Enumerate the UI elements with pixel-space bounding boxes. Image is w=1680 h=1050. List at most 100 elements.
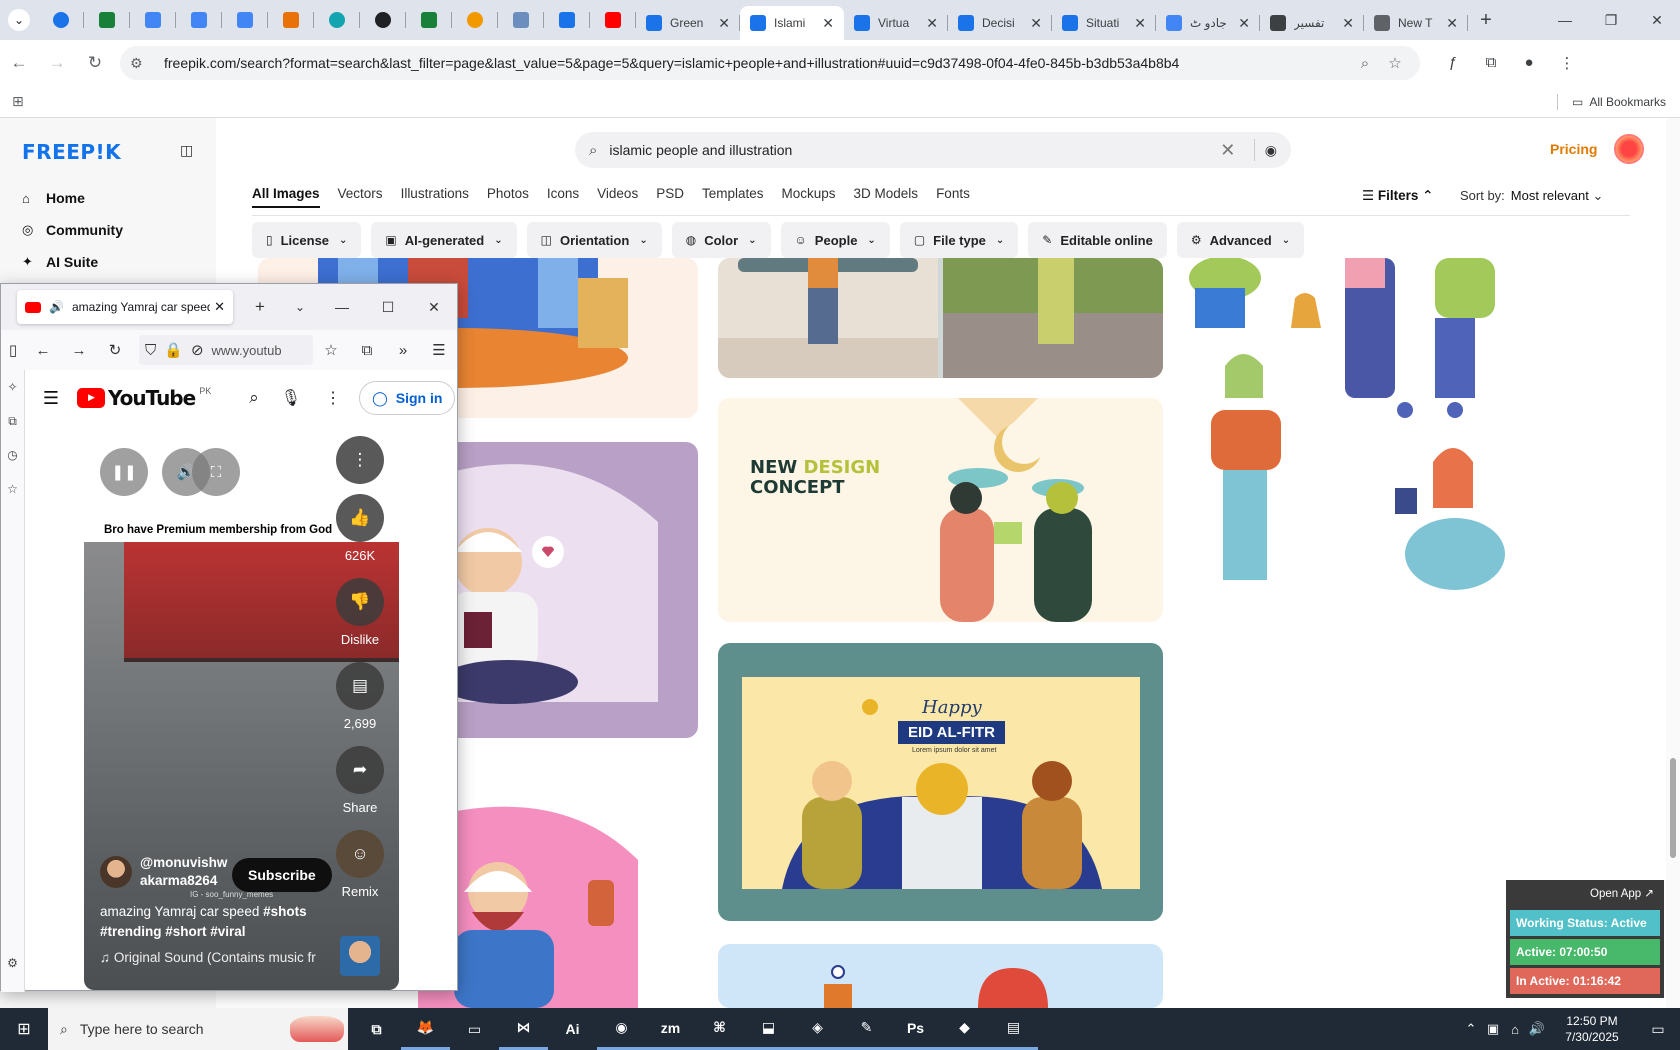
volume-icon[interactable]: 🔊	[1526, 1021, 1548, 1037]
search-icon[interactable]: ⌕	[249, 388, 259, 408]
chrome-menu-icon[interactable]: ⋮	[1548, 54, 1586, 72]
address-bar[interactable]: ⚙ freepik.com/search?format=search&last_…	[120, 46, 1420, 80]
close-tab-icon[interactable]: ✕	[214, 299, 225, 315]
browser-tab[interactable]: New T ✕	[1364, 6, 1468, 40]
extensions-icon[interactable]: ⧉	[349, 342, 385, 359]
browser-tab[interactable]: تفسیر ✕	[1260, 6, 1364, 40]
settings-icon[interactable]: ⚙	[1, 946, 24, 980]
close-tab-icon[interactable]: ✕	[1342, 15, 1354, 32]
close-tab-icon[interactable]: ✕	[1446, 15, 1458, 32]
filter-chip-ai-generated[interactable]: ▣ AI-generated ⌄	[371, 222, 517, 258]
pinned-tab[interactable]	[222, 0, 268, 40]
tab-icons[interactable]: Icons	[547, 186, 579, 208]
tab-videos[interactable]: Videos	[597, 186, 638, 208]
channel-info[interactable]: @monuvishwakarma8264	[100, 854, 230, 890]
pinned-tab[interactable]	[38, 0, 84, 40]
clock[interactable]: 12:50 PM 7/30/2025	[1548, 1013, 1636, 1045]
close-icon[interactable]: ✕	[411, 299, 457, 316]
search-input[interactable]: islamic people and illustration	[609, 142, 1211, 158]
reload-button[interactable]: ↻	[76, 53, 114, 73]
channel-name[interactable]: @monuvishwakarma8264	[140, 854, 230, 890]
sound-thumbnail[interactable]	[340, 936, 380, 976]
close-tab-icon[interactable]: ✕	[1238, 15, 1250, 32]
forward-button[interactable]: →	[38, 53, 76, 73]
sort-dropdown[interactable]: Sort by: Most relevant ⌄	[1460, 188, 1603, 204]
tab-mockups[interactable]: Mockups	[782, 186, 836, 208]
tab-vectors[interactable]: Vectors	[338, 186, 383, 208]
sound-link[interactable]: ♫ Original Sound (Contains music fr	[100, 950, 330, 965]
restore-icon[interactable]: ❐	[1588, 12, 1634, 29]
taskbar-app-icon[interactable]: ◉	[597, 1008, 646, 1050]
pinned-tab[interactable]	[406, 0, 452, 40]
all-bookmarks-button[interactable]: ▭ All Bookmarks	[1557, 94, 1666, 110]
tab-psd[interactable]: PSD	[656, 186, 684, 208]
filter-chip-advanced[interactable]: ⚙ Advanced ⌄	[1176, 222, 1305, 258]
pinned-tab[interactable]	[268, 0, 314, 40]
pinned-tab[interactable]	[544, 0, 590, 40]
taskbar-app-icon[interactable]: ▤	[989, 1008, 1038, 1050]
scrollbar-thumb[interactable]	[1670, 758, 1676, 858]
minimize-icon[interactable]: —	[319, 299, 365, 316]
dislike-button[interactable]: 👎 Dislike	[320, 578, 399, 647]
page-scrollbar[interactable]	[1666, 118, 1680, 1008]
apps-grid-icon[interactable]: ⊞	[12, 93, 24, 110]
comments-button[interactable]: ▤ 2,699	[320, 662, 399, 731]
result-image-street[interactable]	[718, 258, 1163, 378]
pinned-tab[interactable]	[590, 0, 636, 40]
video-title[interactable]: amazing Yamraj car speed #shots #trendin…	[100, 902, 330, 942]
tab-fonts[interactable]: Fonts	[936, 186, 970, 208]
forward-button[interactable]: →	[61, 342, 97, 359]
browser-tab[interactable]: Situati ✕	[1052, 6, 1156, 40]
extensions-puzzle-icon[interactable]: ⧉	[1472, 54, 1510, 72]
history-icon[interactable]: ◷	[1, 438, 24, 472]
pause-icon[interactable]: ❚❚	[100, 448, 148, 496]
sidebar-item-ai-suite[interactable]: ✦ AI Suite	[22, 246, 123, 278]
more-actions[interactable]: ⋮	[320, 436, 399, 490]
taskbar-app-icon[interactable]: ◈	[793, 1008, 842, 1050]
like-button[interactable]: 👍 626K	[320, 494, 399, 563]
result-image-eid-al-fitr[interactable]: Happy EID AL-FITR Lorem ipsum dolor sit …	[718, 643, 1163, 921]
fullscreen-icon[interactable]: ⛶	[192, 448, 240, 496]
result-image-people-set[interactable]	[1185, 258, 1625, 618]
taskbar-app-icon[interactable]: ◆	[940, 1008, 989, 1050]
browser-tab[interactable]: Green ✕	[636, 6, 740, 40]
bookmarks-icon[interactable]: ☆	[1, 472, 24, 506]
taskbar-app-icon[interactable]: ▭	[450, 1008, 499, 1050]
user-avatar[interactable]	[1614, 134, 1644, 164]
tabs-icon[interactable]: ⧉	[1, 404, 24, 438]
network-icon[interactable]: ⌂	[1504, 1022, 1526, 1037]
reload-button[interactable]: ↻	[97, 341, 133, 359]
taskbar-app-icon[interactable]: ⌘	[695, 1008, 744, 1050]
taskbar-app-icon[interactable]: ⬓	[744, 1008, 793, 1050]
result-image-mosque-blue[interactable]	[718, 944, 1163, 1008]
pinned-tab[interactable]	[130, 0, 176, 40]
display-icon[interactable]: ▣	[1482, 1021, 1504, 1037]
clear-search-icon[interactable]: ✕	[1212, 140, 1244, 161]
pricing-link[interactable]: Pricing	[1550, 141, 1597, 157]
firefox-tab-youtube[interactable]: 🔊 amazing Yamraj car speed # ✕	[17, 290, 233, 324]
pinned-tab[interactable]	[360, 0, 406, 40]
filter-chip-orientation[interactable]: ◫ Orientation ⌄	[526, 222, 662, 258]
menu-icon[interactable]: ☰	[421, 341, 457, 359]
browser-tab[interactable]: Decisi ✕	[948, 6, 1052, 40]
remix-button[interactable]: ☺ Remix	[320, 830, 399, 899]
close-tab-icon[interactable]: ✕	[822, 15, 834, 32]
bookmark-star-icon[interactable]: ☆	[1380, 54, 1410, 72]
close-tab-icon[interactable]: ✕	[1030, 15, 1042, 32]
back-button[interactable]: ←	[0, 53, 38, 73]
freepik-logo[interactable]: FREEP!K	[22, 140, 121, 164]
sidebar-item-community[interactable]: ◎ Community	[22, 214, 123, 246]
ai-icon[interactable]: ✧	[1, 370, 24, 404]
close-tab-icon[interactable]: ✕	[1134, 15, 1146, 32]
chevron-up-icon[interactable]: ⌃	[1460, 1021, 1482, 1037]
profile-avatar[interactable]: ●	[1510, 54, 1548, 72]
youtube-logo[interactable]: ▶ YouTube	[77, 386, 196, 410]
pinned-tab[interactable]	[498, 0, 544, 40]
site-info-icon[interactable]: ⚙	[130, 55, 152, 72]
sign-in-button[interactable]: ◯ Sign in	[359, 381, 456, 415]
pinned-tab[interactable]	[314, 0, 360, 40]
microphone-icon[interactable]: 🎙	[281, 388, 301, 408]
speaker-icon[interactable]: 🔊	[49, 300, 64, 314]
taskbar-app-icon[interactable]: zm	[646, 1008, 695, 1050]
channel-avatar[interactable]	[100, 856, 132, 888]
